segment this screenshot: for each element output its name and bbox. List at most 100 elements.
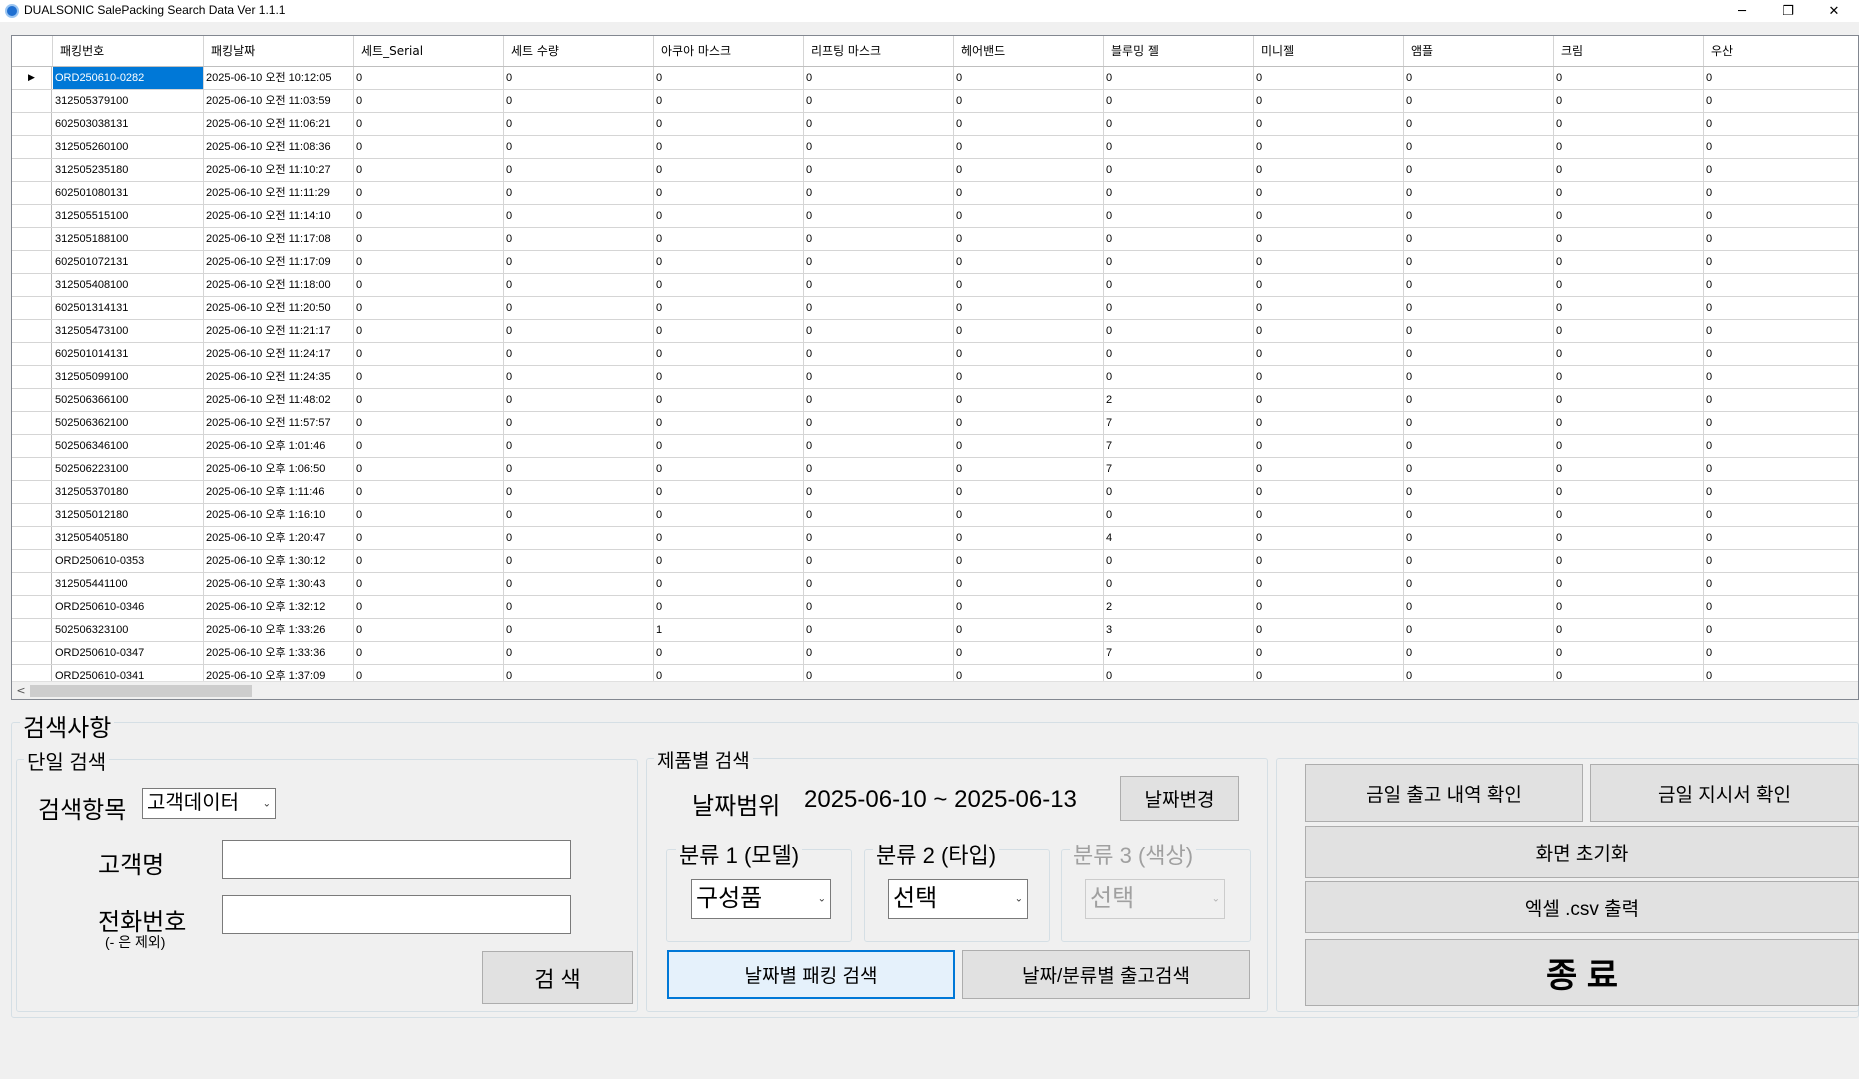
- table-cell[interactable]: 0: [1554, 412, 1704, 434]
- row-header[interactable]: [12, 159, 52, 181]
- category2-select[interactable]: 선택 ⌄: [888, 879, 1028, 919]
- table-cell[interactable]: 0: [1404, 642, 1554, 664]
- table-cell[interactable]: 312505379100: [53, 90, 204, 112]
- table-cell[interactable]: 0: [1704, 527, 1858, 549]
- table-cell[interactable]: 0: [954, 619, 1104, 641]
- table-cell[interactable]: 0: [654, 297, 804, 319]
- table-row[interactable]: 312505441100 2025-06-10 오후 1:30:43 0 0 0 0 0 0 0…: [12, 573, 1858, 596]
- table-cell[interactable]: 2: [1104, 389, 1254, 411]
- table-cell[interactable]: 0: [1704, 136, 1858, 158]
- table-cell[interactable]: 0: [954, 573, 1104, 595]
- table-row[interactable]: 502506346100 2025-06-10 오후 1:01:46 0 0 0 0 0 7 0…: [12, 435, 1858, 458]
- phone-number-input[interactable]: [222, 895, 571, 934]
- column-header[interactable]: 블루밍 젤: [1104, 36, 1254, 66]
- table-cell[interactable]: 0: [804, 642, 954, 664]
- table-cell[interactable]: 0: [954, 136, 1104, 158]
- table-cell[interactable]: 0: [504, 458, 654, 480]
- table-cell[interactable]: 0: [1554, 389, 1704, 411]
- row-header[interactable]: [12, 90, 52, 112]
- table-row[interactable]: 602501080131 2025-06-10 오전 11:11:29 0 0 0 0 0 0…: [12, 182, 1858, 205]
- table-cell[interactable]: 0: [1404, 182, 1554, 204]
- scrollbar-thumb[interactable]: [30, 685, 252, 697]
- table-cell[interactable]: 0: [1554, 573, 1704, 595]
- table-cell[interactable]: 2025-06-10 오전 11:20:50: [204, 297, 354, 319]
- table-cell[interactable]: 0: [1254, 205, 1404, 227]
- table-cell[interactable]: 0: [1704, 90, 1858, 112]
- table-row[interactable]: 602503038131 2025-06-10 오전 11:06:21 0 0 0 0 0 0…: [12, 113, 1858, 136]
- table-cell[interactable]: 0: [1254, 159, 1404, 181]
- table-cell[interactable]: 0: [1254, 90, 1404, 112]
- table-cell[interactable]: 0: [504, 504, 654, 526]
- table-cell[interactable]: 0: [354, 182, 504, 204]
- table-cell[interactable]: 0: [804, 343, 954, 365]
- table-cell[interactable]: 0: [354, 297, 504, 319]
- single-search-button[interactable]: 검 색: [482, 951, 633, 1004]
- table-cell[interactable]: 0: [354, 573, 504, 595]
- table-row[interactable]: 312505260100 2025-06-10 오전 11:08:36 0 0 0 0 0 0…: [12, 136, 1858, 159]
- table-cell[interactable]: 502506223100: [53, 458, 204, 480]
- table-cell[interactable]: 0: [1104, 504, 1254, 526]
- table-cell[interactable]: 502506362100: [53, 412, 204, 434]
- table-cell[interactable]: 0: [1254, 596, 1404, 618]
- table-cell[interactable]: 0: [1554, 228, 1704, 250]
- table-cell[interactable]: 2025-06-10 오후 1:01:46: [204, 435, 354, 457]
- table-cell[interactable]: 0: [1254, 619, 1404, 641]
- table-cell[interactable]: 0: [954, 228, 1104, 250]
- table-cell[interactable]: 2025-06-10 오후 1:11:46: [204, 481, 354, 503]
- table-cell[interactable]: 2025-06-10 오전 11:24:35: [204, 366, 354, 388]
- column-header[interactable]: 패킹날짜: [204, 36, 354, 66]
- table-cell[interactable]: 0: [354, 205, 504, 227]
- table-cell[interactable]: 0: [804, 504, 954, 526]
- row-header[interactable]: [12, 228, 52, 250]
- table-cell[interactable]: 0: [954, 67, 1104, 89]
- table-cell[interactable]: 0: [1554, 320, 1704, 342]
- table-cell[interactable]: 0: [1404, 228, 1554, 250]
- table-cell[interactable]: ORD250610-0347: [53, 642, 204, 664]
- table-cell[interactable]: 0: [354, 251, 504, 273]
- table-cell[interactable]: 0: [1554, 458, 1704, 480]
- table-cell[interactable]: 602501314131: [53, 297, 204, 319]
- table-cell[interactable]: 0: [804, 182, 954, 204]
- table-cell[interactable]: 0: [804, 481, 954, 503]
- table-cell[interactable]: 2025-06-10 오후 1:06:50: [204, 458, 354, 480]
- table-cell[interactable]: 0: [804, 320, 954, 342]
- table-cell[interactable]: 0: [354, 366, 504, 388]
- search-item-select[interactable]: 고객데이터 ⌄: [142, 788, 276, 819]
- table-cell[interactable]: 502506366100: [53, 389, 204, 411]
- table-cell[interactable]: 0: [954, 159, 1104, 181]
- table-cell[interactable]: 0: [1254, 274, 1404, 296]
- table-cell[interactable]: 0: [804, 389, 954, 411]
- table-cell[interactable]: 0: [954, 343, 1104, 365]
- table-cell[interactable]: 0: [1254, 435, 1404, 457]
- table-cell[interactable]: 0: [354, 458, 504, 480]
- row-header[interactable]: [12, 389, 52, 411]
- table-cell[interactable]: 312505188100: [53, 228, 204, 250]
- table-cell[interactable]: 0: [504, 320, 654, 342]
- table-cell[interactable]: 0: [1554, 297, 1704, 319]
- table-cell[interactable]: 0: [804, 251, 954, 273]
- table-cell[interactable]: 312505408100: [53, 274, 204, 296]
- table-cell[interactable]: 312505260100: [53, 136, 204, 158]
- table-cell[interactable]: 0: [954, 205, 1104, 227]
- table-cell[interactable]: 0: [1404, 297, 1554, 319]
- table-cell[interactable]: 2025-06-10 오후 1:33:36: [204, 642, 354, 664]
- table-cell[interactable]: 0: [1704, 412, 1858, 434]
- table-cell[interactable]: 0: [1554, 619, 1704, 641]
- table-cell[interactable]: 0: [954, 435, 1104, 457]
- table-cell[interactable]: 0: [654, 596, 804, 618]
- table-cell[interactable]: 0: [1404, 274, 1554, 296]
- table-cell[interactable]: 0: [1554, 550, 1704, 572]
- table-cell[interactable]: 0: [1704, 182, 1858, 204]
- table-cell[interactable]: 0: [1104, 550, 1254, 572]
- horizontal-scrollbar[interactable]: <: [12, 681, 1858, 699]
- table-cell[interactable]: 4: [1104, 527, 1254, 549]
- table-row[interactable]: 312505370180 2025-06-10 오후 1:11:46 0 0 0 0 0 0 0…: [12, 481, 1858, 504]
- table-cell[interactable]: 0: [804, 205, 954, 227]
- column-header[interactable]: 크림: [1554, 36, 1704, 66]
- table-cell[interactable]: 2025-06-10 오후 1:16:10: [204, 504, 354, 526]
- table-cell[interactable]: 0: [1554, 90, 1704, 112]
- table-cell[interactable]: 2025-06-10 오전 11:03:59: [204, 90, 354, 112]
- table-cell[interactable]: 0: [1704, 619, 1858, 641]
- table-cell[interactable]: 0: [654, 435, 804, 457]
- table-cell[interactable]: 0: [1254, 251, 1404, 273]
